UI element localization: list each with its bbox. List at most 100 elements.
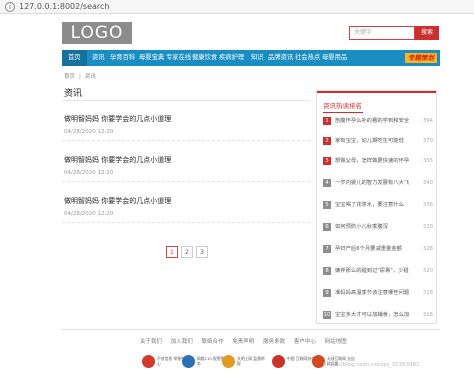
nav-item-home[interactable]: 首页 xyxy=(62,50,87,66)
footer-link-join[interactable]: 加入我们 xyxy=(171,339,193,345)
ranking-item[interactable]: 4 一岁内婴儿的智力发展有八大飞 340 xyxy=(323,178,433,190)
footer-link-contact[interactable]: 联络合作 xyxy=(202,339,224,345)
footer-link-terms[interactable]: 服务条款 xyxy=(263,339,285,345)
rank-title[interactable]: 孕妇产后6个月要减重量金额 xyxy=(335,245,413,253)
nav-item-baby-guide[interactable]: 母婴宝典 xyxy=(139,50,164,66)
rank-count: 330 xyxy=(422,224,433,230)
rank-title[interactable]: 嫌弃那么的碰到过"尿裹"，少碰 xyxy=(335,267,413,275)
rank-count: 370 xyxy=(422,138,433,144)
rank-title[interactable]: 家有宝宝，幼儿期吃生可能低 xyxy=(335,137,413,145)
rank-count: 394 xyxy=(422,118,433,124)
police-110-icon xyxy=(182,355,195,368)
rank-title[interactable]: 准妈妈高温季节该注意哪些问题 xyxy=(335,289,413,297)
article-date: 04/28/2020 12:20 xyxy=(64,211,114,217)
rank-number: 4 xyxy=(323,179,331,187)
url-text[interactable]: 127.0.0.1:8002/search xyxy=(19,0,110,14)
divider xyxy=(62,181,310,182)
rank-title[interactable]: 宝宝喝了花茶水，要注意什么 xyxy=(335,201,413,209)
footer-divider xyxy=(62,329,440,330)
special-feature-tag[interactable]: 专题策划 xyxy=(405,53,437,63)
breadcrumb-current[interactable]: 资讯 xyxy=(85,74,96,80)
ranking-item[interactable]: 3 想做父母，怎样做更快速的怀孕 355 xyxy=(323,156,433,168)
nav-item-diet[interactable]: 健康饮食 xyxy=(192,50,217,66)
rank-title[interactable]: 剖腹怀孕么补的看的学到和安全 xyxy=(335,117,413,125)
ranking-item[interactable]: 5 宝宝喝了花茶水，要注意什么 336 xyxy=(323,200,433,212)
rank-count: 320 xyxy=(422,268,433,274)
nav-item-brand-news[interactable]: 品牌资讯 xyxy=(268,50,293,66)
ranking-item[interactable]: 6 如何预防小儿秋季腹泻 330 xyxy=(323,222,433,234)
breadcrumb-separator: | xyxy=(79,74,81,80)
article-title[interactable]: 做明智妈妈 你要学会的几点小道理 xyxy=(64,114,310,124)
rank-count: 318 xyxy=(422,290,433,296)
ranking-item[interactable]: 8 嫌弃那么的碰到过"尿裹"，少碰 320 xyxy=(323,266,433,278)
breadcrumb-home[interactable]: 首页 xyxy=(64,74,75,80)
breadcrumb: 首页 | 资讯 xyxy=(64,72,96,80)
divider xyxy=(62,140,310,141)
rank-title[interactable]: 如何预防小儿秋季腹泻 xyxy=(335,223,413,231)
article-title[interactable]: 做明智妈妈 你要学会的几点小道理 xyxy=(64,155,310,165)
article-date: 04/28/2020 12:20 xyxy=(64,170,114,176)
article-title[interactable]: 做明智妈妈 你要学会的几点小道理 xyxy=(64,196,310,206)
civil-web-icon xyxy=(222,355,235,368)
badge-label: 网络110 报警服务 xyxy=(197,356,225,366)
ranking-header: 资讯热读排名 xyxy=(317,91,436,113)
site-logo[interactable]: LOGO xyxy=(62,22,132,44)
rank-number: 2 xyxy=(323,137,331,145)
page-2-button[interactable]: 2 xyxy=(181,246,193,258)
rank-number: 9 xyxy=(323,289,331,297)
rank-number: 7 xyxy=(323,245,331,253)
page-1-button[interactable]: 1 xyxy=(166,246,178,258)
list-item[interactable]: 做明智妈妈 你要学会的几点小道理 04/28/2020 12:20 xyxy=(64,114,310,135)
nav-item-news[interactable]: 资讯 xyxy=(92,50,105,66)
ranking-title: 资讯热读排名 xyxy=(323,102,362,110)
list-item[interactable]: 做明智妈妈 你要学会的几点小道理 04/28/2020 12:20 xyxy=(64,155,310,176)
footer-link-sitemap[interactable]: 网站地图 xyxy=(325,339,347,345)
rank-count: 328 xyxy=(422,246,433,252)
rank-title[interactable]: 想做父母，怎样做更快速的怀孕 xyxy=(335,157,413,165)
internet-society-icon xyxy=(272,355,285,368)
footer-link-about[interactable]: 关于我们 xyxy=(140,339,162,345)
nav-item-experts[interactable]: 专家在线 xyxy=(166,50,191,66)
page-3-button[interactable]: 3 xyxy=(196,246,208,258)
page-title: 资讯 xyxy=(64,89,83,99)
list-item[interactable]: 做明智妈妈 你要学会的几点小道理 04/28/2020 12:20 xyxy=(64,196,310,217)
nav-item-knowledge[interactable]: 知识 xyxy=(251,50,264,66)
search-input[interactable]: 关键字 xyxy=(349,26,415,40)
rank-number: 8 xyxy=(323,267,331,275)
rank-count: 336 xyxy=(422,202,433,208)
main-nav: 首页 资讯 孕育百科 母婴宝典 专家在线 健康饮食 疾病护理 知识 品牌资讯 社… xyxy=(62,50,440,66)
rank-number: 5 xyxy=(323,201,331,209)
rank-number: 1 xyxy=(323,117,331,125)
rank-number: 6 xyxy=(323,223,331,231)
ranking-item[interactable]: 9 准妈妈高温季节该注意哪些问题 318 xyxy=(323,288,433,300)
nav-item-baby-products[interactable]: 母婴用品 xyxy=(322,50,347,66)
title-divider xyxy=(62,100,310,101)
info-icon[interactable]: i xyxy=(5,2,15,12)
footer-link-customer[interactable]: 客户中心 xyxy=(294,339,316,345)
ranking-item[interactable]: 7 孕妇产后6个月要减重量金额 328 xyxy=(323,244,433,256)
rank-title[interactable]: 一岁内婴儿的智力发展有八大飞 xyxy=(335,179,413,187)
rank-count: 340 xyxy=(422,180,433,186)
ranking-title-underline xyxy=(323,112,363,113)
watermark-text: https://blog.csdn.net/qq_35353981 xyxy=(323,362,420,368)
rank-number: 3 xyxy=(323,157,331,165)
rank-title[interactable]: 宝宝多大才可以加辅食，怎么加 xyxy=(335,311,413,319)
search-button[interactable]: 搜索 xyxy=(415,26,439,40)
footer-link-disclaimer[interactable]: 免责声明 xyxy=(232,339,254,345)
divider xyxy=(62,222,310,223)
footer-links: 关于我们 加入我们 联络合作 免责声明 服务条款 客户中心 网站地图 xyxy=(140,337,354,345)
article-date: 04/28/2020 12:20 xyxy=(64,129,114,135)
ranking-item[interactable]: 1 剖腹怀孕么补的看的学到和安全 394 xyxy=(323,116,433,128)
ranking-item[interactable]: 10 宝宝多大才可以加辅食，怎么加 316 xyxy=(323,310,433,322)
report-center-icon xyxy=(142,355,155,368)
rank-number: 10 xyxy=(323,311,331,319)
rank-count: 355 xyxy=(422,158,433,164)
ranking-item[interactable]: 2 家有宝宝，幼儿期吃生可能低 370 xyxy=(323,136,433,148)
badge-label: 中国 互联网协会 xyxy=(287,356,315,361)
nav-item-care[interactable]: 疾病护理 xyxy=(219,50,244,66)
browser-address-bar[interactable]: i 127.0.0.1:8002/search xyxy=(0,0,474,14)
hot-ranking-panel: 资讯热读排名 1 剖腹怀孕么补的看的学到和安全 394 2 家有宝宝，幼儿期吃生… xyxy=(316,90,437,324)
nav-item-encyclopedia[interactable]: 孕育百科 xyxy=(110,50,135,66)
nav-item-hot-topics[interactable]: 社会热点 xyxy=(295,50,320,66)
rank-count: 316 xyxy=(422,312,433,318)
